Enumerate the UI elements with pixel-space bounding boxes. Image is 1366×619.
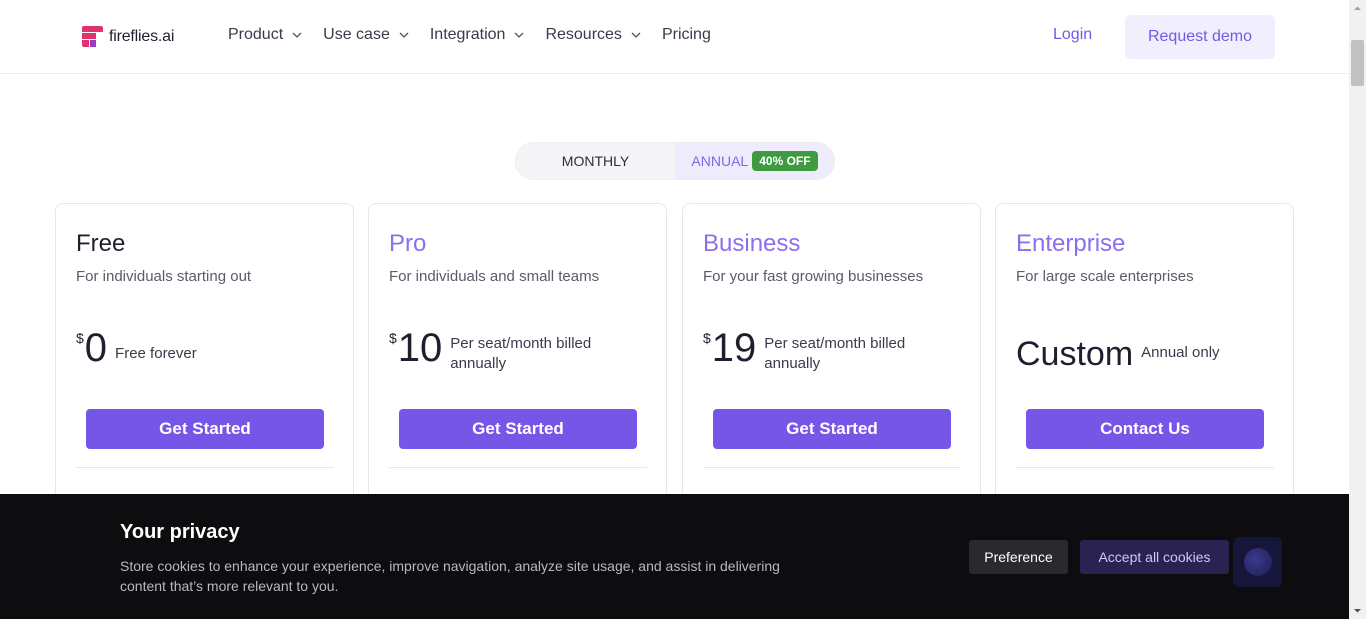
toggle-annual[interactable]: ANNUAL 40% OFF xyxy=(675,143,834,179)
plan-card-pro: Pro For individuals and small teams $ 10… xyxy=(368,203,667,533)
plan-card-business: Business For your fast growing businesse… xyxy=(682,203,981,533)
request-demo-button[interactable]: Request demo xyxy=(1125,15,1275,59)
price-amount: 10 xyxy=(397,326,443,370)
contact-us-button[interactable]: Contact Us xyxy=(1026,409,1264,449)
nav-integration[interactable]: Integration xyxy=(430,26,526,44)
chevron-down-icon xyxy=(291,29,303,41)
plan-price: Custom Annual only xyxy=(1016,334,1220,374)
discount-badge: 40% OFF xyxy=(752,151,818,171)
price-note: Annual only xyxy=(1141,344,1220,361)
accept-all-cookies-button[interactable]: Accept all cookies xyxy=(1080,540,1229,574)
page-scrollbar[interactable] xyxy=(1349,0,1366,619)
plan-subtitle: For individuals and small teams xyxy=(389,268,600,285)
nav-label: Use case xyxy=(323,26,390,43)
plan-card-enterprise: Enterprise For large scale enterprises C… xyxy=(995,203,1294,533)
nav-use-case[interactable]: Use case xyxy=(323,26,410,44)
scroll-down-arrow-icon[interactable] xyxy=(1349,602,1366,619)
plan-subtitle: For large scale enterprises xyxy=(1016,268,1194,285)
price-amount: 0 xyxy=(84,326,108,370)
price-note: Per seat/month billed annually xyxy=(764,335,906,372)
price-note: Free forever xyxy=(115,345,197,362)
get-started-button[interactable]: Get Started xyxy=(713,409,951,449)
plan-title: Business xyxy=(703,230,801,257)
cookie-banner: Your privacy Store cookies to enhance yo… xyxy=(0,494,1349,619)
main-nav: Product Use case Integration Resources P… xyxy=(228,26,731,44)
chat-assistant-icon[interactable] xyxy=(1233,537,1282,587)
plan-title: Free xyxy=(76,230,126,257)
login-link[interactable]: Login xyxy=(1053,26,1092,44)
nav-label: Product xyxy=(228,26,284,43)
price-currency: $ xyxy=(703,330,711,346)
plan-title: Enterprise xyxy=(1016,230,1126,257)
nav-pricing[interactable]: Pricing xyxy=(662,26,711,44)
plan-price: $ 0 Free forever xyxy=(76,326,295,370)
nav-label: Resources xyxy=(545,26,622,43)
get-started-button[interactable]: Get Started xyxy=(86,409,324,449)
scroll-up-arrow-icon[interactable] xyxy=(1349,0,1366,17)
logo-text: fireflies.ai xyxy=(109,27,175,45)
price-custom: Custom xyxy=(1016,335,1134,373)
nav-resources[interactable]: Resources xyxy=(545,26,641,44)
price-currency: $ xyxy=(389,330,397,346)
chevron-down-icon xyxy=(513,29,525,41)
plan-price: $ 10 Per seat/month billed annually xyxy=(389,326,630,374)
toggle-monthly[interactable]: MONTHLY xyxy=(516,143,675,179)
plan-subtitle: For your fast growing businesses xyxy=(703,268,924,285)
site-header: fireflies.ai Product Use case Integratio… xyxy=(0,0,1349,74)
divider xyxy=(76,467,334,468)
divider xyxy=(703,467,961,468)
plan-price: $ 19 Per seat/month billed annually xyxy=(703,326,944,374)
billing-toggle: MONTHLY ANNUAL 40% OFF xyxy=(515,142,835,180)
cookie-text: Store cookies to enhance your experience… xyxy=(120,558,780,594)
fireflies-logo-icon xyxy=(82,26,103,47)
chevron-down-icon xyxy=(630,29,642,41)
price-currency: $ xyxy=(76,330,84,346)
chevron-down-icon xyxy=(398,29,410,41)
logo[interactable]: fireflies.ai xyxy=(82,26,174,47)
plan-subtitle: For individuals starting out xyxy=(76,268,252,285)
cookie-title: Your privacy xyxy=(120,521,240,543)
nav-product[interactable]: Product xyxy=(228,26,303,44)
get-started-button[interactable]: Get Started xyxy=(399,409,637,449)
divider xyxy=(1016,467,1274,468)
preference-button[interactable]: Preference xyxy=(969,540,1068,574)
plan-card-free: Free For individuals starting out $ 0 Fr… xyxy=(55,203,354,533)
annual-label: ANNUAL xyxy=(691,153,749,169)
nav-label: Integration xyxy=(429,26,506,43)
divider xyxy=(389,467,647,468)
plan-title: Pro xyxy=(389,230,427,257)
scrollbar-thumb[interactable] xyxy=(1351,40,1364,86)
nav-label: Pricing xyxy=(661,26,711,43)
price-note: Per seat/month billed annually xyxy=(450,335,592,372)
price-amount: 19 xyxy=(711,326,757,370)
